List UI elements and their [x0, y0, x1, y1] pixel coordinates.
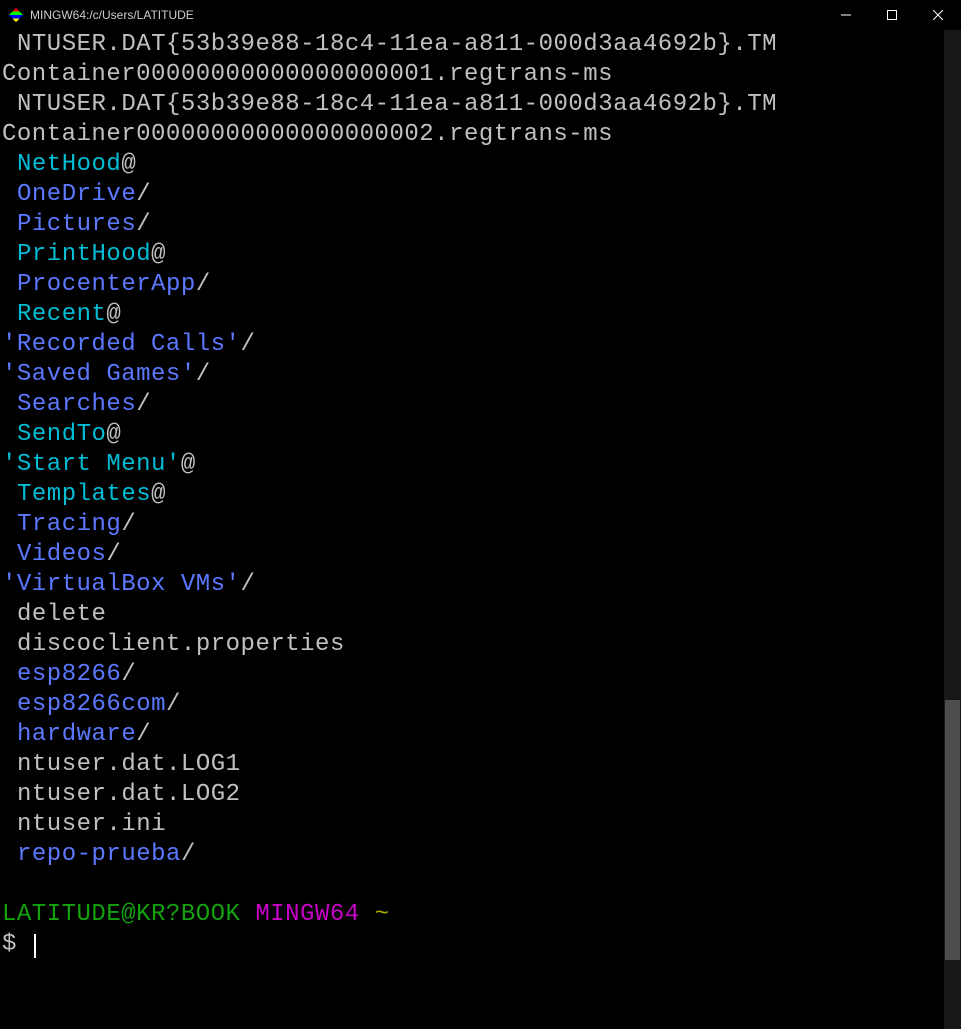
terminal-text: /: [196, 361, 211, 388]
terminal-text: 'VirtualBox VMs': [2, 571, 240, 598]
terminal-line: esp8266/: [2, 660, 961, 690]
terminal-text: ntuser.dat.LOG2: [17, 781, 241, 808]
terminal-text: ntuser.ini: [17, 811, 166, 838]
terminal-text: Videos: [17, 541, 106, 568]
window-controls: [823, 0, 961, 30]
prompt-symbol: $: [2, 931, 32, 958]
terminal-text: /: [121, 511, 136, 538]
terminal-text: Recent: [17, 301, 106, 328]
terminal-text: 'Recorded Calls': [2, 331, 240, 358]
titlebar[interactable]: MINGW64:/c/Users/LATITUDE: [0, 0, 961, 30]
terminal-line: PrintHood@: [2, 240, 961, 270]
terminal-text: ntuser.dat.LOG1: [17, 751, 241, 778]
minimize-button[interactable]: [823, 0, 869, 30]
terminal-line: Pictures/: [2, 210, 961, 240]
terminal-line: delete: [2, 600, 961, 630]
terminal-line: NetHood@: [2, 150, 961, 180]
terminal-text: /: [196, 271, 211, 298]
terminal-text: Container00000000000000000001.regtrans-m…: [2, 61, 613, 88]
maximize-button[interactable]: [869, 0, 915, 30]
terminal-text: /: [136, 211, 151, 238]
terminal-text: @: [106, 421, 121, 448]
terminal-text: SendTo: [17, 421, 106, 448]
terminal-text: /: [240, 571, 255, 598]
terminal-text: OneDrive: [17, 181, 136, 208]
prompt-line: LATITUDE@KR?BOOK MINGW64 ~: [2, 900, 961, 930]
terminal-text: @: [106, 301, 121, 328]
terminal-line: Tracing/: [2, 510, 961, 540]
terminal-output[interactable]: NTUSER.DAT{53b39e88-18c4-11ea-a811-000d3…: [0, 30, 961, 1029]
terminal-text: NTUSER.DAT{53b39e88-18c4-11ea-a811-000d3…: [17, 31, 777, 58]
terminal-line: Container00000000000000000002.regtrans-m…: [2, 120, 961, 150]
terminal-text: esp8266: [17, 661, 121, 688]
terminal-text: Container00000000000000000002.regtrans-m…: [2, 121, 613, 148]
terminal-line: NTUSER.DAT{53b39e88-18c4-11ea-a811-000d3…: [2, 30, 961, 60]
terminal-line: Container00000000000000000001.regtrans-m…: [2, 60, 961, 90]
terminal-text: hardware: [17, 721, 136, 748]
terminal-line: 'VirtualBox VMs'/: [2, 570, 961, 600]
terminal-text: 'Start Menu': [2, 451, 181, 478]
prompt-symbol-line[interactable]: $: [2, 930, 961, 960]
terminal-text: Tracing: [17, 511, 121, 538]
prompt-path: ~: [375, 901, 390, 928]
terminal-line: OneDrive/: [2, 180, 961, 210]
terminal-line: hardware/: [2, 720, 961, 750]
terminal-blank-line: [2, 870, 961, 900]
scrollbar-track[interactable]: [944, 30, 961, 1029]
terminal-line: esp8266com/: [2, 690, 961, 720]
terminal-text: discoclient.properties: [17, 631, 345, 658]
terminal-line: 'Recorded Calls'/: [2, 330, 961, 360]
terminal-line: Videos/: [2, 540, 961, 570]
terminal-text: /: [106, 541, 121, 568]
terminal-text: delete: [17, 601, 106, 628]
terminal-text: NetHood: [17, 151, 121, 178]
terminal-text: /: [136, 391, 151, 418]
terminal-line: 'Start Menu'@: [2, 450, 961, 480]
terminal-text: repo-prueba: [17, 841, 181, 868]
terminal-text: @: [121, 151, 136, 178]
terminal-line: NTUSER.DAT{53b39e88-18c4-11ea-a811-000d3…: [2, 90, 961, 120]
terminal-text: /: [136, 721, 151, 748]
terminal-text: Pictures: [17, 211, 136, 238]
terminal-line: Templates@: [2, 480, 961, 510]
terminal-text: esp8266com: [17, 691, 166, 718]
terminal-line: ntuser.ini: [2, 810, 961, 840]
terminal-text: /: [166, 691, 181, 718]
terminal-line: ntuser.dat.LOG2: [2, 780, 961, 810]
close-button[interactable]: [915, 0, 961, 30]
terminal-text: @: [151, 241, 166, 268]
terminal-text: /: [136, 181, 151, 208]
terminal-text: ProcenterApp: [17, 271, 196, 298]
terminal-text: /: [181, 841, 196, 868]
terminal-line: repo-prueba/: [2, 840, 961, 870]
terminal-line: Searches/: [2, 390, 961, 420]
scrollbar-thumb[interactable]: [945, 700, 960, 960]
terminal-line: ProcenterApp/: [2, 270, 961, 300]
terminal-line: ntuser.dat.LOG1: [2, 750, 961, 780]
terminal-line: 'Saved Games'/: [2, 360, 961, 390]
terminal-text: /: [240, 331, 255, 358]
terminal-line: SendTo@: [2, 420, 961, 450]
window-title: MINGW64:/c/Users/LATITUDE: [30, 8, 823, 22]
terminal-text: @: [181, 451, 196, 478]
terminal-text: Templates: [17, 481, 151, 508]
terminal-line: Recent@: [2, 300, 961, 330]
terminal-text: @: [151, 481, 166, 508]
prompt-env: MINGW64: [255, 901, 359, 928]
terminal-text: Searches: [17, 391, 136, 418]
terminal-text: PrintHood: [17, 241, 151, 268]
terminal-text: NTUSER.DAT{53b39e88-18c4-11ea-a811-000d3…: [17, 91, 777, 118]
terminal-text: 'Saved Games': [2, 361, 196, 388]
terminal-text: /: [121, 661, 136, 688]
terminal-line: discoclient.properties: [2, 630, 961, 660]
cursor: [34, 934, 36, 958]
app-icon: [8, 7, 24, 23]
prompt-user-host: LATITUDE@KR?BOOK: [2, 901, 240, 928]
